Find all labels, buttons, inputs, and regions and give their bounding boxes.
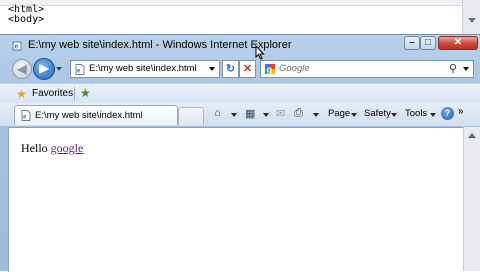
maximize-button[interactable]: □ xyxy=(420,36,436,50)
tools-menu[interactable]: Tools xyxy=(405,108,427,119)
close-button[interactable]: ✕ xyxy=(438,36,478,50)
search-placeholder: Google xyxy=(279,63,310,74)
refresh-button[interactable]: ↻ xyxy=(222,60,239,78)
address-dropdown-icon[interactable] xyxy=(209,67,215,71)
vertical-scrollbar[interactable] xyxy=(463,127,480,271)
feeds-dropdown-icon[interactable] xyxy=(263,113,269,117)
help-icon[interactable]: ? xyxy=(441,107,454,120)
hello-text: Hello xyxy=(21,141,51,155)
notepad-line: <body> xyxy=(8,14,45,25)
more-commands-icon[interactable]: » xyxy=(458,106,464,117)
safety-menu[interactable]: Safety xyxy=(364,108,391,119)
address-text: E:\my web site\index.html xyxy=(89,63,197,74)
recent-pages-dropdown-icon[interactable] xyxy=(56,67,62,71)
forward-button[interactable]: ▶ xyxy=(33,58,55,80)
favorites-star-icon[interactable]: ★ xyxy=(16,87,27,101)
svg-text:e: e xyxy=(15,44,19,51)
add-to-favorites-bar-icon[interactable]: ★ xyxy=(80,86,91,100)
favorites-button[interactable]: Favorites xyxy=(32,88,73,99)
toolbar-divider xyxy=(74,87,75,101)
address-bar[interactable]: e E:\my web site\index.html xyxy=(70,60,220,78)
page-text: Hello google xyxy=(21,141,83,156)
navigation-bar: ◀ ▶ e E:\my web site\index.html ↻ ✕ g Go… xyxy=(0,55,480,83)
home-icon[interactable]: ⌂ xyxy=(214,107,221,119)
tab-label: E:\my web site\index.html xyxy=(35,110,143,121)
back-button[interactable]: ◀ xyxy=(12,59,32,79)
safety-dropdown-icon[interactable] xyxy=(391,113,397,117)
notepad-text-area[interactable]: <html> <body> xyxy=(8,5,44,25)
page-content[interactable]: Hello google xyxy=(8,127,464,272)
stop-button[interactable]: ✕ xyxy=(239,60,256,78)
notepad-menu-bar[interactable] xyxy=(0,0,462,6)
print-dropdown-icon[interactable] xyxy=(313,113,319,117)
ie-window: e E:\my web site\index.html - Windows In… xyxy=(0,34,480,272)
search-box[interactable]: g Google ⚲ xyxy=(260,60,474,78)
forward-arrow-icon: ▶ xyxy=(39,61,49,75)
page-icon: e xyxy=(75,64,85,75)
feeds-icon[interactable]: ▦ xyxy=(245,107,255,120)
new-tab-button[interactable] xyxy=(178,107,204,125)
title-bar[interactable]: e E:\my web site\index.html - Windows In… xyxy=(0,35,480,60)
svg-text:g: g xyxy=(267,65,273,75)
page-menu[interactable]: Page xyxy=(328,108,350,119)
tab-current-page[interactable]: e E:\my web site\index.html xyxy=(14,105,178,125)
maximize-icon: □ xyxy=(424,37,432,48)
mail-icon[interactable]: ✉ xyxy=(276,107,285,120)
print-icon[interactable]: ⎙ xyxy=(294,107,303,120)
back-arrow-icon: ◀ xyxy=(17,62,27,76)
ie-logo-icon: e xyxy=(12,41,22,51)
tools-dropdown-icon[interactable] xyxy=(430,113,436,117)
page-dropdown-icon[interactable] xyxy=(351,113,357,117)
page-icon: e xyxy=(21,110,31,121)
close-icon: ✕ xyxy=(453,37,463,48)
window-title: E:\my web site\index.html - Windows Inte… xyxy=(28,39,292,51)
google-link[interactable]: google xyxy=(51,141,84,155)
search-icon[interactable]: ⚲ xyxy=(449,62,457,75)
search-options-dropdown-icon[interactable] xyxy=(463,67,469,71)
minimize-button[interactable]: – xyxy=(404,36,420,50)
google-logo-icon: g xyxy=(264,63,276,75)
scroll-down-arrow-icon[interactable] xyxy=(468,18,476,23)
home-dropdown-icon[interactable] xyxy=(231,113,237,117)
favorites-bar: ★ Favorites ★ xyxy=(0,83,480,104)
minimize-icon: – xyxy=(409,37,415,48)
tab-and-command-bar: e E:\my web site\index.html ⌂ ▦ ✉ ⎙ Page… xyxy=(0,103,480,126)
scroll-up-arrow-icon[interactable] xyxy=(468,133,476,138)
